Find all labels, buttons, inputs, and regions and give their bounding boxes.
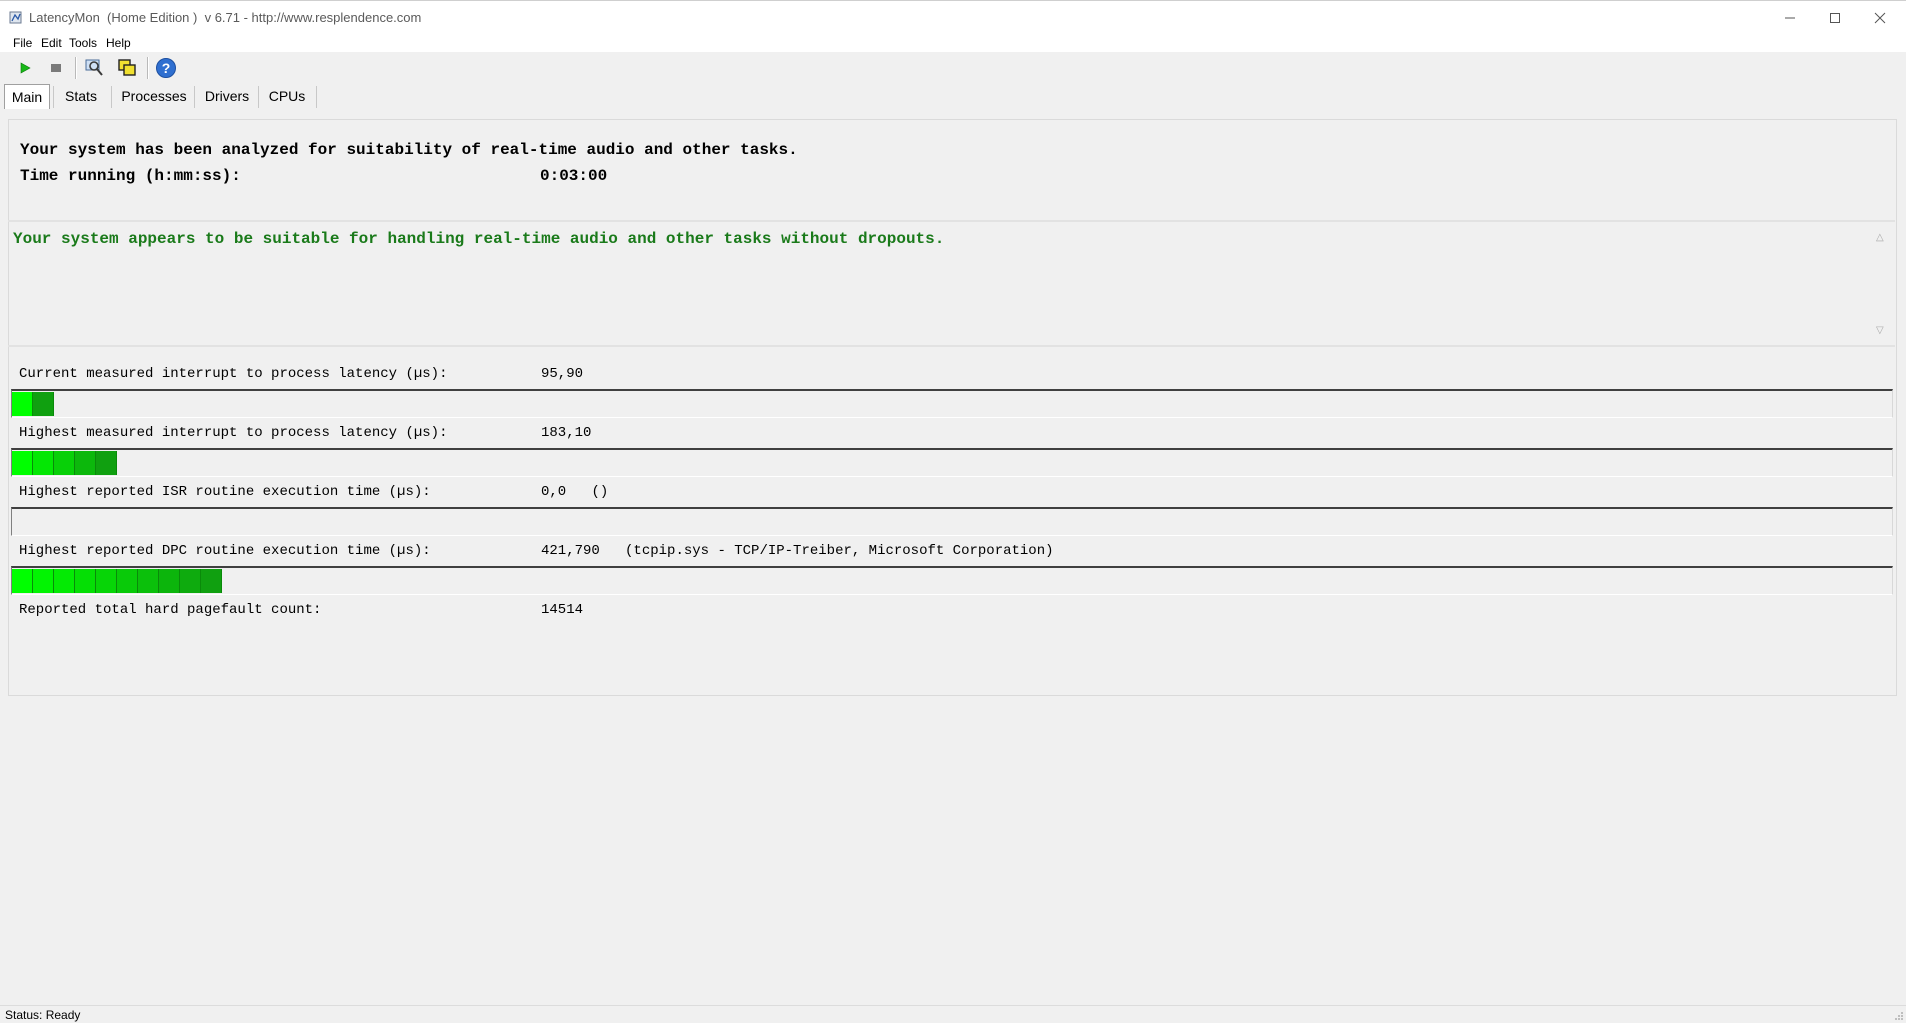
bar-segment (33, 392, 54, 416)
minimize-button[interactable] (1767, 1, 1812, 35)
bar-segment (54, 451, 75, 475)
status-text: Status: Ready (5, 1008, 81, 1022)
metric-value: 95,90 (541, 366, 584, 382)
svg-text:?: ? (162, 60, 171, 76)
latency-bar (11, 389, 1893, 418)
bar-fill (12, 451, 117, 475)
resize-grip-icon[interactable] (1894, 1011, 1904, 1021)
scroll-up-icon[interactable]: △ (1876, 232, 1884, 243)
pagefault-label: Reported total hard pagefault count: (19, 602, 322, 618)
bar-segment (138, 569, 159, 593)
bar-segment (75, 451, 96, 475)
time-running-value: 0:03:00 (540, 167, 608, 185)
stop-button[interactable] (44, 56, 68, 80)
tab-separator (258, 86, 259, 108)
metric-value: 183,10 (541, 425, 592, 441)
bar-segment (12, 392, 33, 416)
tab-processes[interactable]: Processes (116, 84, 192, 108)
metric-label: Current measured interrupt to process la… (19, 366, 448, 382)
scroll-down-icon[interactable]: ▽ (1876, 325, 1884, 336)
bar-segment (75, 569, 96, 593)
title-bar: LatencyMon (Home Edition ) v 6.71 - http… (0, 0, 1906, 35)
bar-segment (117, 569, 138, 593)
metric-value: 0,0 () (541, 484, 609, 500)
tab-cpus[interactable]: CPUs (263, 84, 311, 108)
bar-fill (12, 569, 222, 593)
tab-separator (111, 86, 112, 108)
metric-value: 421,790 (tcpip.sys - TCP/IP-Treiber, Mic… (541, 543, 1054, 559)
toolbar-separator (147, 57, 148, 79)
tab-separator (194, 86, 195, 108)
menu-edit[interactable]: Edit (41, 36, 62, 50)
latency-bar (11, 507, 1893, 536)
close-icon (1874, 12, 1885, 24)
status-bar: Status: Ready (0, 1005, 1906, 1023)
bar-segment (12, 569, 33, 593)
tab-drivers[interactable]: Drivers (199, 84, 255, 108)
bar-segment (96, 569, 117, 593)
help-button[interactable]: ? (154, 56, 178, 80)
bar-segment (201, 569, 222, 593)
play-icon (20, 62, 31, 74)
bar-fill (12, 392, 54, 416)
windows-button[interactable] (115, 56, 139, 80)
bar-segment (12, 451, 33, 475)
verdict-message: Your system appears to be suitable for h… (13, 230, 945, 248)
metric-label: Highest reported ISR routine execution t… (19, 484, 431, 500)
analysis-summary: Your system has been analyzed for suitab… (20, 141, 798, 159)
maximize-icon (1829, 13, 1840, 23)
toolbar-separator (75, 57, 76, 79)
close-button[interactable] (1857, 1, 1902, 35)
toolbar: ? (0, 53, 1906, 83)
menu-bar: File Edit Tools Help (0, 34, 1906, 52)
bar-segment (54, 569, 75, 593)
windows-icon (118, 59, 136, 76)
tab-separator (53, 86, 54, 108)
bar-segment (180, 569, 201, 593)
pagefault-value: 14514 (541, 602, 584, 618)
metric-label: Highest measured interrupt to process la… (19, 425, 448, 441)
menu-tools[interactable]: Tools (69, 36, 97, 50)
menu-file[interactable]: File (13, 36, 32, 50)
latency-bar (11, 448, 1893, 477)
menu-help[interactable]: Help (106, 36, 131, 50)
bar-segment (33, 451, 54, 475)
time-running-label: Time running (h:mm:ss): (20, 167, 241, 185)
minimize-icon (1784, 17, 1795, 19)
stop-icon (51, 64, 61, 72)
metric-label: Highest reported DPC routine execution t… (19, 543, 431, 559)
maximize-button[interactable] (1812, 1, 1857, 35)
analyze-button[interactable] (82, 56, 106, 80)
bar-segment (33, 569, 54, 593)
bar-segment (96, 451, 117, 475)
app-icon (9, 11, 22, 24)
help-icon: ? (156, 58, 176, 78)
bar-segment (159, 569, 180, 593)
tab-separator (316, 86, 317, 108)
window-title: LatencyMon (Home Edition ) v 6.71 - http… (29, 10, 422, 25)
tab-main[interactable]: Main (4, 84, 50, 109)
tab-stats[interactable]: Stats (58, 84, 104, 108)
analyze-icon (85, 59, 103, 76)
start-button[interactable] (13, 56, 37, 80)
latency-bar (11, 566, 1893, 595)
